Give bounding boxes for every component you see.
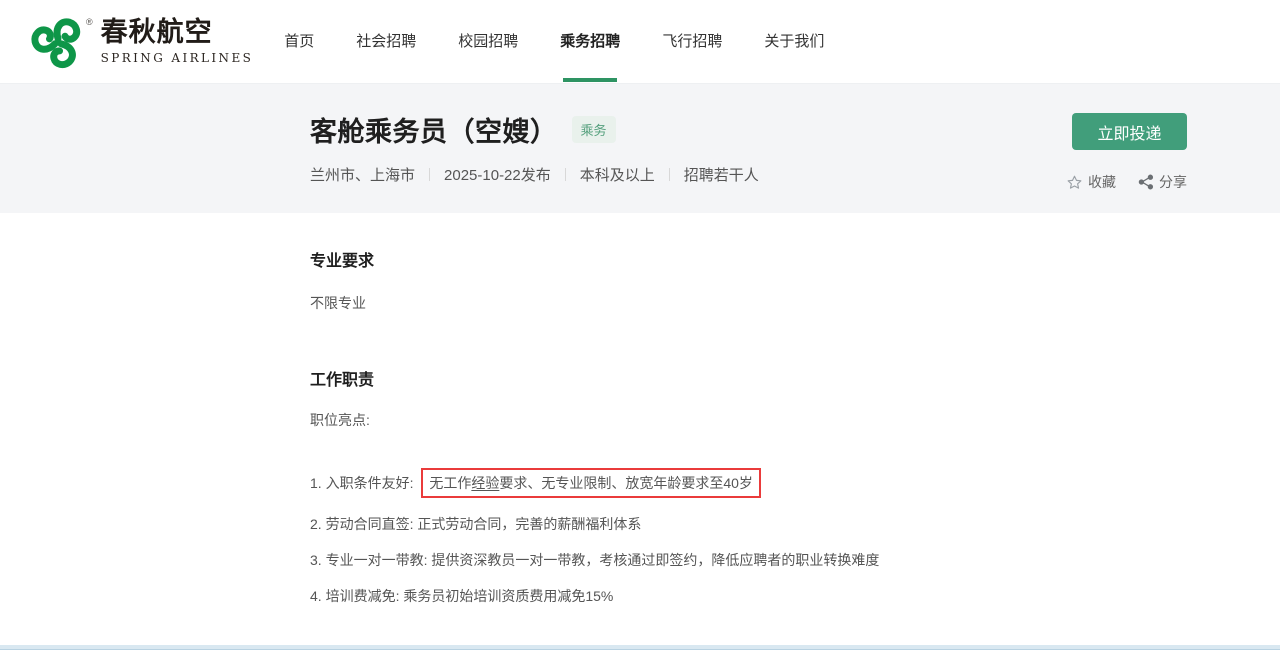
star-icon	[1066, 174, 1083, 191]
brand-name-cn: 春秋航空	[101, 18, 254, 48]
job-title: 客舱乘务员（空嫂）	[310, 110, 558, 149]
nav-item-home[interactable]: 首页	[263, 0, 335, 84]
highlight-item-2: 2. 劳动合同直签: 正式劳动合同，完善的薪酬福利体系	[310, 514, 1280, 534]
job-detail-content: 专业要求 不限专业 工作职责 职位亮点: 1. 入职条件友好: 无工作经验要求、…	[0, 247, 1280, 652]
share-button[interactable]: 分享	[1138, 172, 1187, 192]
highlight-item-3: 3. 专业一对一带教: 提供资深教员一对一带教，考核通过即签约，降低应聘者的职业…	[310, 550, 1280, 570]
nav-item-social-recruitment[interactable]: 社会招聘	[335, 0, 437, 84]
boxed-text-post: 要求、无专业限制、放宽年龄要求至40岁	[499, 475, 753, 491]
top-navigation-bar: ® 春秋航空 SPRING AIRLINES 首页 社会招聘 校园招聘 乘务招聘…	[0, 0, 1280, 84]
highlighted-red-box: 无工作经验要求、无专业限制、放宽年龄要求至40岁	[421, 468, 761, 498]
next-section-top-edge	[0, 645, 1280, 650]
boxed-text-pre: 无工作	[429, 475, 471, 491]
favorite-label: 收藏	[1088, 172, 1116, 192]
highlight-item-4: 4. 培训费减免: 乘务员初始培训资质费用减免15%	[310, 586, 1280, 606]
spring-airlines-logo[interactable]: ® 春秋航空 SPRING AIRLINES	[28, 13, 253, 71]
boxed-text-underlined: 经验	[471, 475, 499, 491]
job-summary-banner: 客舱乘务员（空嫂） 乘务 兰州市、上海市 2025-10-22发布 本科及以上 …	[0, 84, 1280, 213]
section-heading-major-requirement: 专业要求	[310, 247, 1280, 271]
meta-divider	[565, 168, 566, 181]
job-summary-left: 客舱乘务员（空嫂） 乘务 兰州市、上海市 2025-10-22发布 本科及以上 …	[310, 84, 759, 213]
job-category-badge: 乘务	[572, 116, 616, 143]
job-publish-date: 2025-10-22发布	[444, 164, 551, 185]
brand-name-en: SPRING AIRLINES	[101, 51, 254, 65]
major-requirement-text: 不限专业	[310, 293, 1280, 313]
job-highlights-intro: 职位亮点:	[310, 410, 1280, 430]
apply-now-button[interactable]: 立即投递	[1072, 113, 1187, 150]
job-meta-row: 兰州市、上海市 2025-10-22发布 本科及以上 招聘若干人	[310, 164, 759, 185]
nav-item-campus-recruitment[interactable]: 校园招聘	[437, 0, 539, 84]
share-icon	[1138, 174, 1154, 190]
highlight-item-1: 1. 入职条件友好: 无工作经验要求、无专业限制、放宽年龄要求至40岁	[310, 468, 1280, 498]
section-heading-job-duties: 工作职责	[310, 366, 1280, 390]
job-education-requirement: 本科及以上	[580, 164, 655, 185]
nav-item-pilot-recruitment[interactable]: 飞行招聘	[641, 0, 743, 84]
main-nav: 首页 社会招聘 校园招聘 乘务招聘 飞行招聘 关于我们	[263, 0, 845, 84]
job-locations: 兰州市、上海市	[310, 164, 415, 185]
nav-item-about-us[interactable]: 关于我们	[743, 0, 845, 84]
registered-trademark: ®	[86, 17, 93, 27]
job-summary-actions: 立即投递 收藏	[1066, 84, 1187, 213]
job-headcount: 招聘若干人	[684, 164, 759, 185]
meta-divider	[429, 168, 430, 181]
nav-item-cabin-crew-recruitment[interactable]: 乘务招聘	[539, 0, 641, 84]
meta-divider	[669, 168, 670, 181]
highlight-1-prefix: 1. 入职条件友好:	[310, 475, 413, 491]
job-detail-page: ® 春秋航空 SPRING AIRLINES 首页 社会招聘 校园招聘 乘务招聘…	[0, 0, 1280, 652]
triskelion-logo-icon	[28, 13, 88, 71]
share-label: 分享	[1159, 172, 1187, 192]
job-highlights-list: 1. 入职条件友好: 无工作经验要求、无专业限制、放宽年龄要求至40岁 2. 劳…	[310, 468, 1280, 606]
logo-wordmark: 春秋航空 SPRING AIRLINES	[101, 18, 254, 65]
favorite-button[interactable]: 收藏	[1066, 172, 1116, 192]
